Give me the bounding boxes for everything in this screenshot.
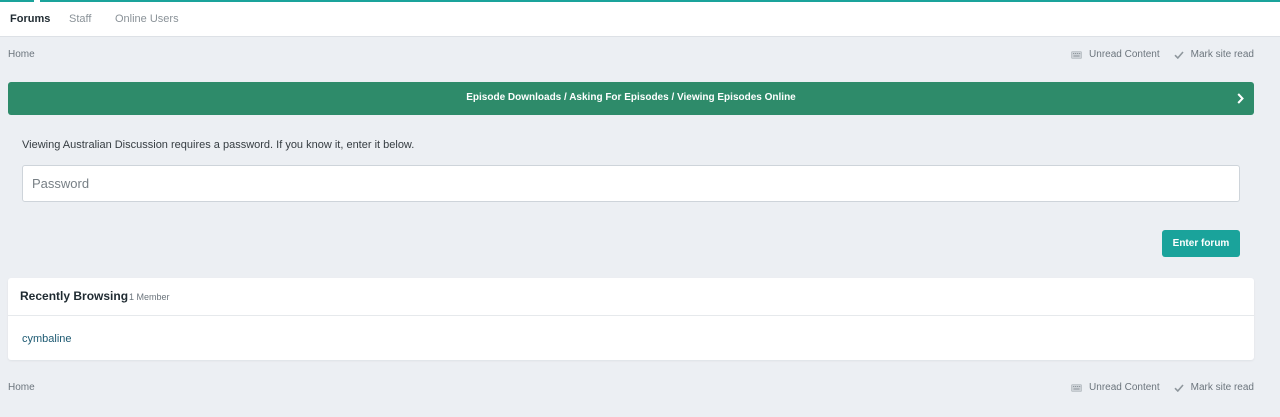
- recently-browsing-panel: Recently Browsing 1 Member cymbaline: [8, 278, 1254, 360]
- mark-site-read-link[interactable]: Mark site read: [1174, 382, 1254, 393]
- enter-forum-button[interactable]: Enter forum: [1162, 230, 1240, 257]
- breadcrumb-home-link[interactable]: Home: [8, 382, 35, 393]
- tab-forums[interactable]: Forums: [10, 13, 50, 25]
- password-prompt-message: Viewing Australian Discussion requires a…: [22, 139, 415, 151]
- active-tab-indicator: [0, 0, 34, 2]
- keyboard-icon: [1071, 383, 1082, 392]
- tab-online-users[interactable]: Online Users: [115, 13, 179, 25]
- banner-text: Episode Downloads / Asking For Episodes …: [466, 92, 796, 103]
- checkmark-icon: [1174, 50, 1184, 59]
- recently-browsing-title: Recently Browsing: [20, 289, 129, 303]
- forum-banner-link[interactable]: Episode Downloads / Asking For Episodes …: [8, 82, 1254, 115]
- breadcrumb-actions: Unread Content Mark site read: [1057, 382, 1254, 393]
- breadcrumb: Home Unread Content Mark site read: [8, 48, 1254, 64]
- member-link[interactable]: cymbaline: [22, 333, 72, 345]
- mark-site-read-label: Mark site read: [1190, 49, 1254, 60]
- password-input[interactable]: [22, 165, 1240, 202]
- recently-browsing-header: Recently Browsing 1 Member: [8, 278, 1254, 316]
- top-navigation: Forums Staff Online Users: [0, 0, 1280, 37]
- member-count: 1 Member: [129, 292, 170, 302]
- chevron-right-icon: [1237, 93, 1244, 104]
- unread-content-link[interactable]: Unread Content: [1071, 49, 1160, 60]
- mark-site-read-label: Mark site read: [1190, 382, 1254, 393]
- breadcrumb-bottom: Home Unread Content Mark site read: [8, 381, 1254, 397]
- unread-content-label: Unread Content: [1089, 382, 1160, 393]
- keyboard-icon: [1071, 50, 1082, 59]
- breadcrumb-home-link[interactable]: Home: [8, 49, 35, 60]
- mark-site-read-link[interactable]: Mark site read: [1174, 49, 1254, 60]
- tab-staff[interactable]: Staff: [69, 13, 91, 25]
- checkmark-icon: [1174, 383, 1184, 392]
- nav-accent-line: [40, 0, 1280, 2]
- unread-content-label: Unread Content: [1089, 49, 1160, 60]
- breadcrumb-actions: Unread Content Mark site read: [1057, 49, 1254, 60]
- unread-content-link[interactable]: Unread Content: [1071, 382, 1160, 393]
